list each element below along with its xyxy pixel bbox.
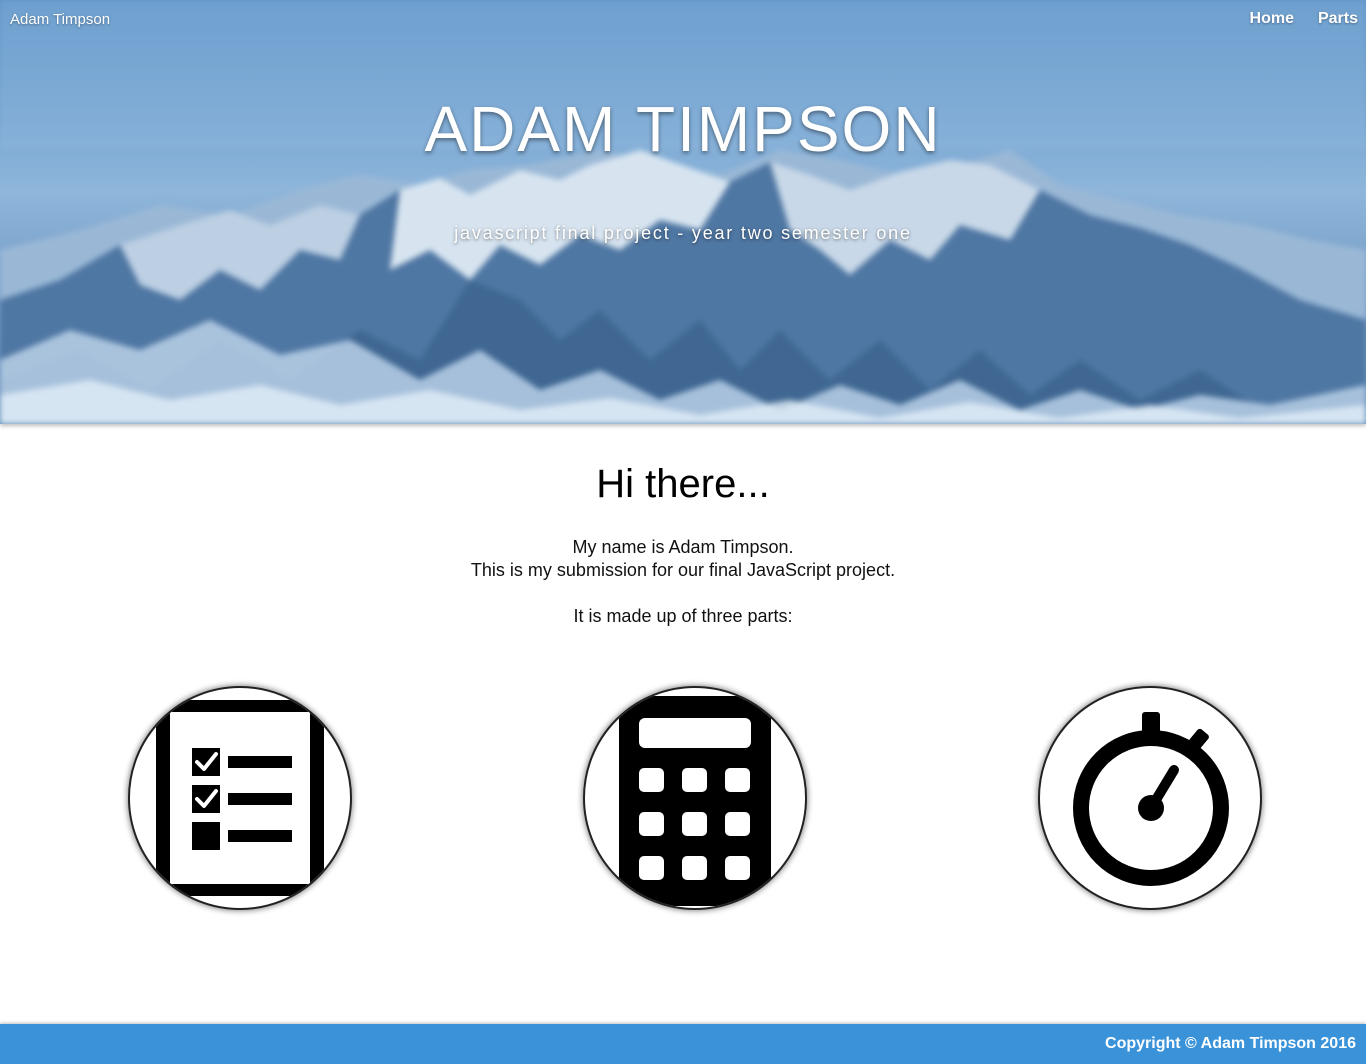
greeting-heading: Hi there... — [596, 462, 770, 506]
brand-name[interactable]: Adam Timpson — [10, 11, 110, 28]
part-stopwatch-button[interactable] — [1038, 686, 1262, 910]
checklist-icon — [156, 700, 324, 896]
hero-subtitle: javascript final project - year two seme… — [454, 223, 912, 243]
nav-links: Home Parts — [1250, 10, 1358, 28]
part-checklist-button[interactable] — [128, 686, 352, 910]
footer: Copyright © Adam Timpson 2016 — [0, 1024, 1366, 1064]
part-calculator-button[interactable] — [583, 686, 807, 910]
intro-line: It is made up of three parts: — [573, 606, 793, 626]
nav-link-home[interactable]: Home — [1250, 10, 1294, 28]
intro-line: My name is Adam Timpson. — [572, 537, 794, 557]
top-navigation: Adam Timpson Home Parts — [0, 0, 1366, 40]
stopwatch-icon — [1073, 712, 1229, 886]
nav-link-parts[interactable]: Parts — [1318, 10, 1358, 28]
intro-line: This is my submission for our final Java… — [470, 560, 896, 580]
parts-list — [0, 686, 1366, 912]
hero-banner: Adam Timpson Home Parts ADAM TIMPSON jav… — [0, 0, 1366, 424]
calculator-icon — [619, 696, 771, 906]
intro-text: My name is Adam Timpson. This is my subm… — [0, 536, 1366, 628]
hero-title: ADAM TIMPSON — [424, 93, 942, 165]
copyright-text: Copyright © Adam Timpson 2016 — [1105, 1035, 1356, 1052]
mountain-background-image — [0, 0, 1366, 424]
